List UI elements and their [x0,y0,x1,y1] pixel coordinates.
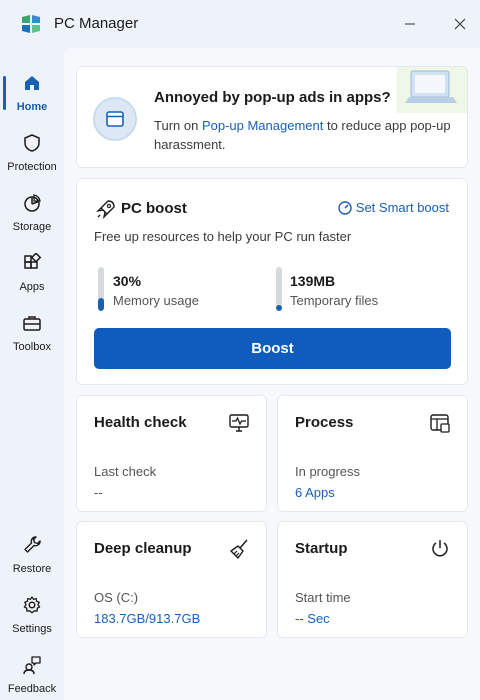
memory-meter [98,267,104,311]
smart-boost-label: Set Smart boost [355,200,449,215]
minimize-button[interactable] [398,12,422,36]
shield-icon [21,132,43,154]
sidebar-item-label: Toolbox [13,341,51,353]
main-panel: Annoyed by pop-up ads in apps? Turn on P… [64,48,480,700]
health-check-tile[interactable]: Health check Last check -- [76,395,267,512]
sidebar-item-label: Storage [12,221,52,233]
banner-text: Turn on Pop-up Management to reduce app … [154,116,454,154]
tile-value-link[interactable]: 183.7GB/913.7GB [94,611,200,626]
home-icon [21,72,43,94]
sidebar-item-label: Protection [7,161,57,173]
process-tile[interactable]: Process In progress 6 Apps [277,395,468,512]
sidebar-item-restore[interactable]: Restore [0,526,64,584]
pc-boost-subtitle: Free up resources to help your PC run fa… [94,229,352,244]
popup-banner[interactable]: Annoyed by pop-up ads in apps? Turn on P… [76,66,468,168]
temp-files-label: Temporary files [290,293,379,308]
pie-chart-icon [21,192,43,214]
temp-files-value: 139MB [290,273,336,289]
sidebar-item-settings[interactable]: Settings [0,586,64,644]
tile-label: Start time [295,590,351,605]
sidebar-item-label: Settings [12,623,52,635]
banner-illustration [397,67,467,113]
sidebar-item-protection[interactable]: Protection [0,124,64,182]
sidebar-item-feedback[interactable]: Feedback [0,646,64,700]
active-indicator [3,76,6,110]
sidebar-item-apps[interactable]: Apps [0,244,64,302]
tile-label: OS (C:) [94,590,139,605]
title-bar: PC Manager [0,0,480,48]
sidebar-item-toolbox[interactable]: Toolbox [0,304,64,362]
sidebar-item-storage[interactable]: Storage [0,184,64,242]
tile-label: In progress [295,464,361,479]
window-process-icon [429,412,451,434]
sidebar-item-home[interactable]: Home [0,64,64,122]
sidebar: Home Protection Storage Apps Toolbox Res… [0,56,64,700]
sidebar-item-label: Feedback [7,683,57,695]
set-smart-boost-link[interactable]: Set Smart boost [338,200,449,215]
boost-button[interactable]: Boost [94,328,451,369]
gear-icon [21,594,43,616]
monitor-pulse-icon [228,412,250,434]
pc-boost-card: PC boost Set Smart boost Free up resourc… [76,178,468,385]
pc-manager-logo [20,13,42,35]
tile-title: Startup [295,540,348,557]
feedback-icon [21,654,43,676]
sidebar-item-label: Restore [12,563,52,575]
memory-meter-fill [98,298,104,311]
wrench-icon [21,534,43,556]
tile-value-link[interactable]: -- Sec [295,611,330,626]
banner-title: Annoyed by pop-up ads in apps? [154,89,391,106]
deep-cleanup-tile[interactable]: Deep cleanup OS (C:) 183.7GB/913.7GB [76,521,267,638]
sidebar-item-label: Home [16,101,48,113]
tile-value-link[interactable]: 6 Apps [295,485,335,500]
popup-icon-badge [93,97,137,141]
startup-tile[interactable]: Startup Start time -- Sec [277,521,468,638]
tile-title: Process [295,414,354,431]
broom-icon [228,538,250,560]
memory-usage-label: Memory usage [113,293,199,308]
tile-label: Last check [94,464,157,479]
apps-grid-icon [21,252,43,274]
popup-window-icon [105,109,125,129]
tile-value: -- [94,485,103,500]
sidebar-item-label: Apps [19,281,45,293]
popup-management-link[interactable]: Pop-up Management [202,118,323,133]
tile-title: Deep cleanup [94,540,192,557]
close-icon [454,18,466,30]
gauge-icon [338,200,352,215]
banner-text-before: Turn on [154,118,202,133]
pc-boost-title: PC boost [121,200,187,217]
toolbox-icon [21,312,43,334]
power-icon [429,538,451,560]
tile-title: Health check [94,414,187,431]
close-button[interactable] [448,12,472,36]
rocket-icon [95,198,117,220]
temp-files-meter-fill [276,305,282,311]
memory-usage-value: 30% [113,273,142,289]
app-title: PC Manager [54,15,139,32]
minimize-icon [404,18,416,30]
temp-files-meter [276,267,282,311]
